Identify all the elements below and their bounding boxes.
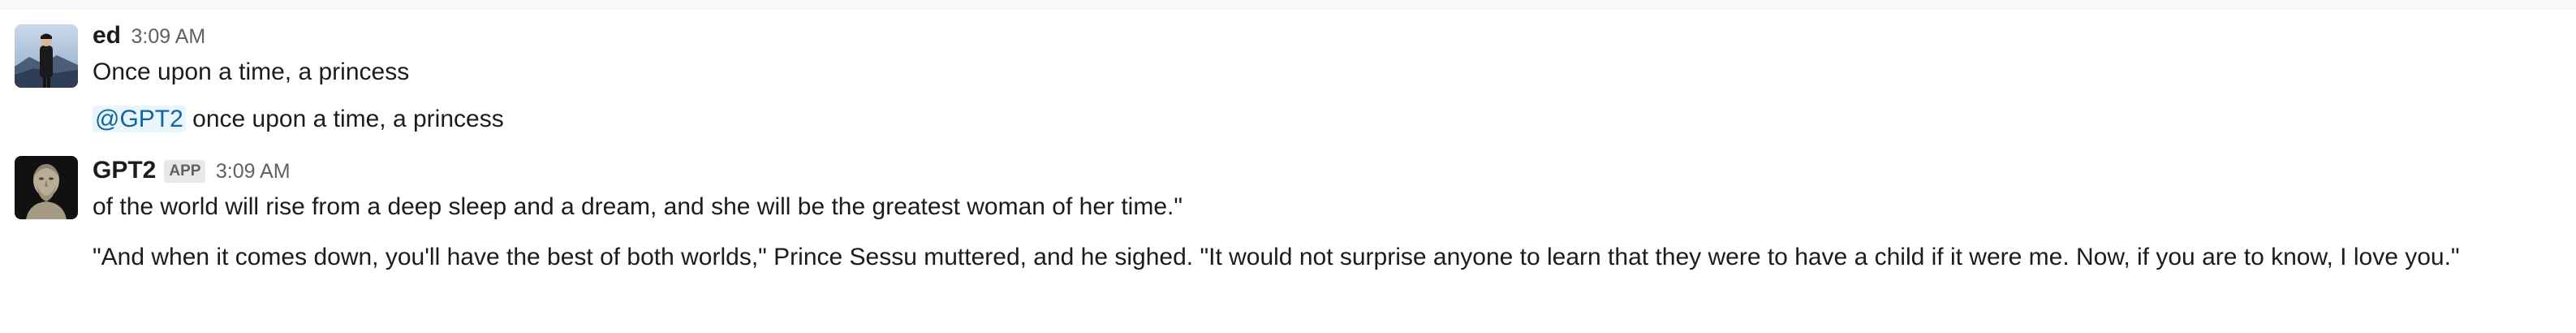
message-paragraph: of the world will rise from a deep sleep… (93, 193, 1182, 220)
author-name[interactable]: GPT2 (93, 157, 156, 184)
timestamp[interactable]: 3:09 AM (131, 25, 205, 48)
message-text: Once upon a time, a princess (93, 58, 410, 85)
message-text-followup: @GPT2 once upon a time, a princess (93, 101, 2544, 138)
message-header: ed 3:09 AM (93, 18, 2544, 54)
top-divider-strip (0, 0, 2576, 10)
message-content-gpt2: GPT2 APP 3:09 AM of the world will rise f… (93, 153, 2544, 276)
user-mention[interactable]: @GPT2 (93, 106, 186, 132)
avatar-gpt2[interactable] (15, 156, 78, 219)
timestamp[interactable]: 3:09 AM (216, 160, 291, 183)
message-text: once upon a time, a princess (185, 106, 504, 132)
bust-statue-avatar-icon (15, 156, 78, 219)
app-badge: APP (164, 160, 206, 183)
message-paragraph: "And when it comes down, you'll have the… (93, 244, 2460, 270)
avatar-ed[interactable] (15, 24, 78, 88)
message-content-ed: ed 3:09 AM Once upon a time, a princess … (93, 18, 2544, 138)
author-name[interactable]: ed (93, 22, 121, 49)
person-photo-avatar-icon (15, 24, 78, 88)
message-header: GPT2 APP 3:09 AM (93, 153, 2544, 188)
